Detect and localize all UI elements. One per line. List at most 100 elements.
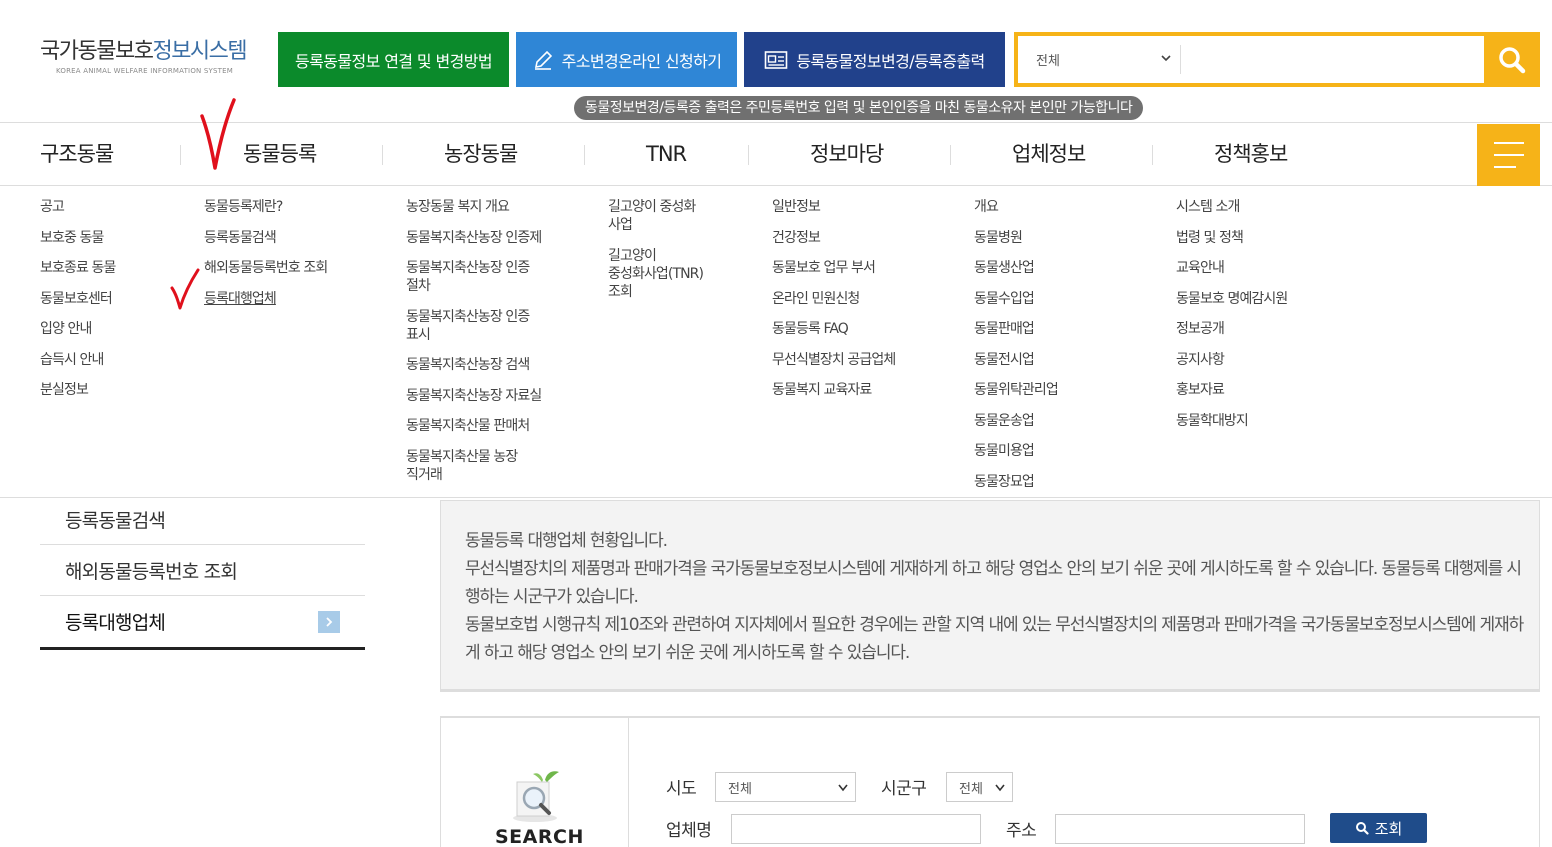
menu-tnr-lookup[interactable]: 길고양이 중성화사업(TNR) 조회 — [608, 247, 704, 301]
intro-text: 동물등록 대행업체 현황입니다. 무선식별장치의 제품명과 판매가격을 국가동물… — [465, 527, 1525, 667]
intro-box: 동물등록 대행업체 현황입니다. 무선식별장치의 제품명과 판매가격을 국가동물… — [440, 500, 1540, 692]
gnb-farm-animals[interactable]: 농장동물 — [444, 123, 518, 185]
sigungu-label: 시군구 — [881, 779, 927, 799]
search-button[interactable] — [1484, 32, 1540, 87]
menu-sales-business[interactable]: 동물판매업 — [974, 320, 1058, 338]
intro-line-3: 동물보호법 시행규칙 제10조와 관련하여 지자체에서 필요한 경우에는 관할 … — [465, 615, 1524, 663]
address-input[interactable] — [1055, 814, 1305, 844]
menu-announcements[interactable]: 공지사항 — [1176, 351, 1287, 369]
menu-general-info[interactable]: 일반정보 — [772, 198, 895, 216]
main-navigation: 구조동물 동물등록 농장동물 TNR 정보마당 업체정보 정책홍보 — [0, 122, 1552, 186]
search-icon — [1355, 822, 1369, 835]
menu-found-guide[interactable]: 습득시 안내 — [40, 351, 115, 369]
intro-line-2: 무선식별장치의 제품명과 판매가격을 국가동물보호정보시스템에 게재하게 하고 … — [465, 559, 1522, 607]
mega-col-tnr: 길고양이 중성화 사업 길고양이 중성화사업(TNR) 조회 — [608, 198, 704, 313]
menu-icon-line — [1494, 166, 1516, 168]
lnb-registered-search-label: 등록동물검색 — [65, 509, 166, 532]
menu-welfare-farm-library[interactable]: 동물복지축산농장 자료실 — [406, 387, 542, 405]
site-logo[interactable]: 국가동물보호정보시스템 KOREA ANIMAL WELFARE INFORMA… — [40, 38, 266, 75]
search-scope-select[interactable]: 전체 — [1022, 40, 1180, 79]
menu-protection-departments[interactable]: 동물보호 업무 부서 — [772, 259, 895, 277]
menu-rfid-suppliers[interactable]: 무선식별장치 공급업체 — [772, 351, 896, 369]
gnb-info-yard[interactable]: 정보마당 — [810, 123, 884, 185]
menu-lost-info[interactable]: 분실정보 — [40, 381, 115, 399]
menu-icon-line — [1494, 142, 1524, 144]
menu-health-info[interactable]: 건강정보 — [772, 229, 895, 247]
menu-what-is-registration[interactable]: 동물등록제란? — [204, 198, 327, 216]
menu-welfare-farm-certification[interactable]: 동물복지축산농장 인증제 — [406, 229, 542, 247]
info-change-print-button[interactable]: 등록동물정보변경/등록증출력 — [744, 32, 1005, 87]
menu-online-petition[interactable]: 온라인 민원신청 — [772, 290, 895, 308]
lnb-overseas-number-lookup-label: 해외동물등록번호 조회 — [65, 560, 238, 583]
lookup-button-label: 조회 — [1374, 819, 1403, 838]
address-change-online-button[interactable]: 주소변경온라인 신청하기 — [516, 32, 737, 87]
menu-grooming-business[interactable]: 동물미용업 — [974, 442, 1058, 460]
link-change-guide-button[interactable]: 등록동물정보 연결 및 변경방법 — [278, 32, 509, 87]
menu-import-business[interactable]: 동물수입업 — [974, 290, 1058, 308]
sigungu-select[interactable]: 전체 — [946, 772, 1013, 802]
lnb-registration-agency-label: 등록대행업체 — [65, 612, 166, 634]
lnb-overseas-number-lookup[interactable]: 해외동물등록번호 조회 — [40, 545, 365, 596]
mega-col-farm: 농장동물 복지 개요 동물복지축산농장 인증제 동물복지축산농장 인증 절차 동… — [406, 198, 542, 496]
menu-business-overview[interactable]: 개요 — [974, 198, 1058, 216]
sido-select-value: 전체 — [728, 781, 752, 797]
menu-tnr-program[interactable]: 길고양이 중성화 사업 — [608, 198, 703, 234]
menu-shelters[interactable]: 동물보호센터 — [40, 290, 115, 308]
company-name-input[interactable] — [731, 814, 981, 844]
menu-farm-welfare-overview[interactable]: 농장동물 복지 개요 — [406, 198, 541, 216]
logo-subtitle: KOREA ANIMAL WELFARE INFORMATION SYSTEM — [56, 67, 233, 75]
menu-certification-mark[interactable]: 동물복지축산농장 인증 표시 — [406, 308, 541, 344]
menu-direct-trade[interactable]: 동물복지축산물 농장 직거래 — [406, 448, 541, 484]
menu-welfare-education[interactable]: 동물복지 교육자료 — [772, 381, 895, 399]
menu-honorary-inspector[interactable]: 동물보호 명예감시원 — [1176, 290, 1288, 308]
menu-adoption-guide[interactable]: 입양 안내 — [40, 320, 115, 338]
company-name-label: 업체명 — [666, 821, 712, 841]
menu-system-intro[interactable]: 시스템 소개 — [1176, 198, 1287, 216]
sido-select[interactable]: 전체 — [715, 772, 856, 802]
gnb-separator — [1152, 145, 1153, 165]
menu-exhibition-business[interactable]: 동물전시업 — [974, 351, 1058, 369]
gnb-rescue-animals[interactable]: 구조동물 — [40, 123, 114, 185]
sub-navigation: 등록동물검색 해외동물등록번호 조회 등록대행업체 — [40, 494, 365, 650]
gnb-animal-registration[interactable]: 동물등록 — [243, 123, 317, 185]
menu-abuse-prevention[interactable]: 동물학대방지 — [1176, 412, 1287, 430]
chevron-right-icon — [318, 611, 340, 633]
chevron-down-icon — [838, 784, 848, 792]
lookup-button[interactable]: 조회 — [1330, 813, 1427, 843]
gnb-policy-pr[interactable]: 정책홍보 — [1214, 123, 1288, 185]
menu-welfare-farm-search[interactable]: 동물복지축산농장 검색 — [406, 356, 541, 374]
menu-notice[interactable]: 공고 — [40, 198, 115, 216]
menu-icon-line — [1494, 154, 1524, 156]
menu-registration-faq[interactable]: 동물등록 FAQ — [772, 320, 895, 338]
menu-boarding-business[interactable]: 동물위탁관리업 — [974, 381, 1059, 399]
search-input[interactable] — [1184, 40, 1484, 79]
menu-certification-procedure[interactable]: 동물복지축산농장 인증 절차 — [406, 259, 541, 295]
all-menu-button[interactable] — [1477, 124, 1540, 186]
chevron-down-icon — [995, 784, 1005, 792]
mega-col-business: 개요 동물병원 동물생산업 동물수입업 동물판매업 동물전시업 동물위탁관리업 … — [974, 198, 1059, 503]
gnb-separator — [748, 145, 749, 165]
menu-education-guide[interactable]: 교육안내 — [1176, 259, 1287, 277]
menu-transport-business[interactable]: 동물운송업 — [974, 412, 1058, 430]
menu-pr-materials[interactable]: 홍보자료 — [1176, 381, 1287, 399]
menu-laws-policy[interactable]: 법령 및 정책 — [1176, 229, 1287, 247]
gnb-tnr[interactable]: TNR — [646, 123, 687, 185]
sido-label: 시도 — [666, 779, 697, 799]
menu-protected-animals[interactable]: 보호중 동물 — [40, 229, 115, 247]
intro-line-1: 동물등록 대행업체 현황입니다. — [465, 531, 668, 551]
lnb-registration-agency[interactable]: 등록대행업체 — [40, 596, 365, 650]
gnb-business-info[interactable]: 업체정보 — [1012, 123, 1086, 185]
chevron-down-icon — [1161, 55, 1171, 62]
lnb-registered-search[interactable]: 등록동물검색 — [40, 494, 365, 545]
menu-welfare-product-sellers[interactable]: 동물복지축산물 판매처 — [406, 417, 541, 435]
gnb-separator — [180, 145, 181, 165]
menu-overseas-number-lookup[interactable]: 해외동물등록번호 조회 — [204, 259, 328, 277]
menu-info-disclosure[interactable]: 정보공개 — [1176, 320, 1287, 338]
menu-registration-agency[interactable]: 등록대행업체 — [204, 290, 327, 308]
menu-protection-ended[interactable]: 보호종료 동물 — [40, 259, 116, 277]
menu-registered-search[interactable]: 등록동물검색 — [204, 229, 327, 247]
gnb-separator — [382, 145, 383, 165]
menu-breeding-business[interactable]: 동물생산업 — [974, 259, 1058, 277]
menu-animal-hospital[interactable]: 동물병원 — [974, 229, 1058, 247]
menu-funeral-business[interactable]: 동물장묘업 — [974, 473, 1058, 491]
